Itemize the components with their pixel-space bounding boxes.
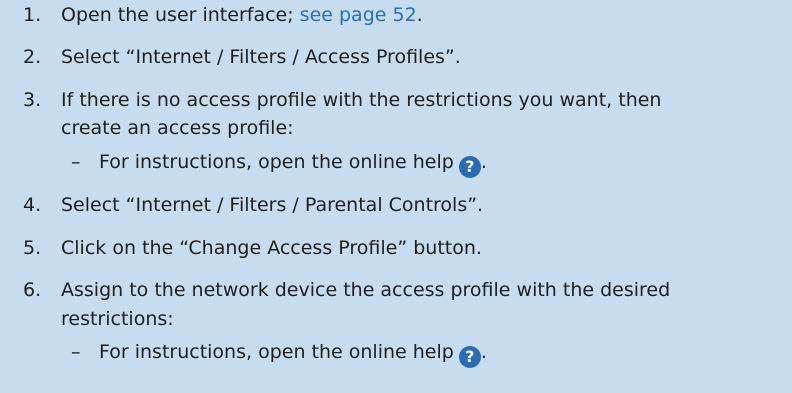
substep-text: For instructions, open the online help	[99, 341, 454, 363]
step-text: Select “Internet / Filters / Parental Co…	[61, 194, 484, 216]
instruction-list: 1. Open the user interface; see page 52.…	[0, 0, 792, 393]
step-3-substep: – For instructions, open the online help?…	[71, 147, 487, 178]
dash-bullet: –	[71, 341, 81, 363]
step-6-continued: restrictions:	[61, 308, 174, 330]
step-number: 2.	[23, 46, 42, 68]
help-icon: ?	[458, 156, 481, 178]
help-icon: ?	[458, 346, 481, 368]
step-number: 3.	[23, 89, 42, 111]
step-number: 5.	[23, 237, 42, 259]
step-text: Click on the “Change Access Profile” but…	[61, 237, 482, 259]
step-number: 6.	[23, 279, 42, 301]
step-6-substep: – For instructions, open the online help?…	[71, 337, 487, 368]
step-3-continued: create an access profile:	[61, 117, 294, 139]
step-text: Assign to the network device the access …	[61, 279, 671, 301]
step-number: 1.	[23, 4, 42, 26]
step-number: 4.	[23, 194, 42, 216]
dash-bullet: –	[71, 151, 81, 173]
step-text: Open the user interface; see page 52.	[61, 4, 423, 26]
step-text: If there is no access profile with the r…	[61, 89, 662, 111]
step-text: Select “Internet / Filters / Access Prof…	[61, 46, 461, 68]
see-page-link[interactable]: see page 52	[300, 4, 417, 26]
substep-text: For instructions, open the online help	[99, 151, 454, 173]
